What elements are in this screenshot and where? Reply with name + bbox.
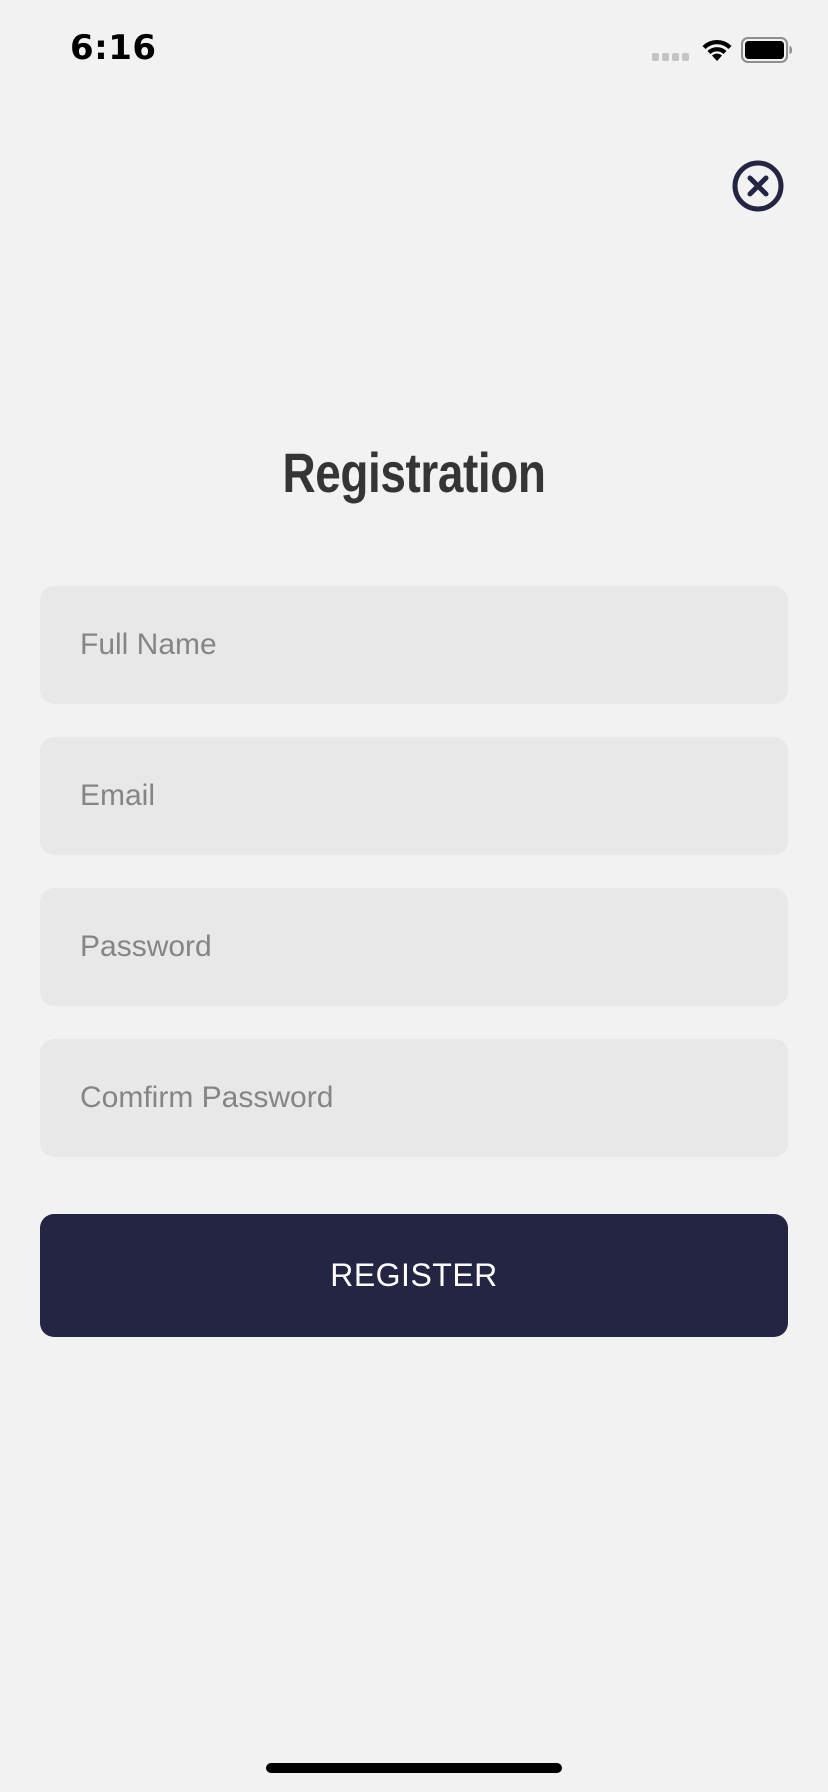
password-field[interactable]: [40, 888, 788, 1006]
close-circle-icon: [732, 160, 784, 212]
home-indicator[interactable]: [266, 1763, 562, 1773]
confirm-password-input[interactable]: [40, 1039, 788, 1157]
register-button[interactable]: REGISTER: [40, 1214, 788, 1337]
status-bar: 6:16: [0, 0, 828, 100]
password-input[interactable]: [40, 888, 788, 1006]
full-name-field[interactable]: [40, 586, 788, 704]
email-input[interactable]: [40, 737, 788, 855]
wifi-icon: [702, 39, 732, 61]
full-name-input[interactable]: [40, 586, 788, 704]
status-time: 6:16: [70, 28, 157, 68]
battery-icon: [741, 37, 792, 63]
email-field[interactable]: [40, 737, 788, 855]
close-button[interactable]: [732, 160, 784, 212]
confirm-password-field[interactable]: [40, 1039, 788, 1157]
page-title: Registration: [282, 441, 546, 504]
cellular-signal-icon: [652, 53, 689, 61]
